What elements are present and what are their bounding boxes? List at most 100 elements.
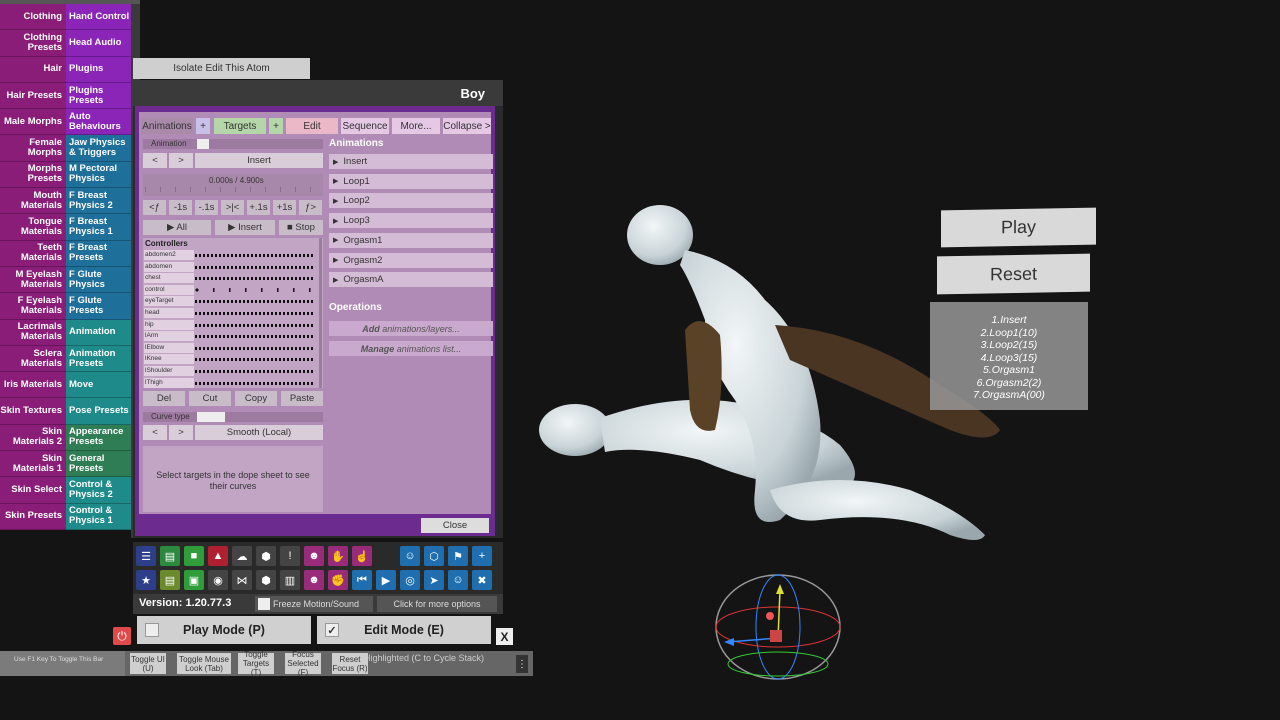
dope-row[interactable]: abdomen	[143, 261, 319, 273]
paste-button[interactable]: Paste	[281, 391, 323, 406]
add-icon[interactable]: +	[472, 546, 492, 566]
category-button-right[interactable]: Move	[66, 372, 131, 399]
category-button-left[interactable]: Clothing Presets	[0, 30, 66, 57]
world-play-button[interactable]: Play	[941, 207, 1096, 248]
keyframe-track[interactable]	[195, 381, 315, 385]
camera-icon[interactable]: ◉	[208, 570, 228, 590]
keyframe-track[interactable]	[195, 323, 315, 327]
category-button-left[interactable]: Female Morphs	[0, 135, 66, 162]
skip-back-icon[interactable]: ⏮	[352, 570, 372, 590]
close-ui-button[interactable]: X	[496, 628, 513, 645]
operation-link[interactable]: Add animations/layers...	[329, 321, 493, 336]
bottom-bar-button[interactable]: Toggle Targets (T)	[238, 650, 274, 677]
category-button-right[interactable]: Hand Control	[66, 4, 131, 31]
freeze-motion-toggle[interactable]: Freeze Motion/Sound	[255, 596, 373, 612]
curve-type-select[interactable]: Smooth (Local)	[195, 425, 323, 440]
keyframe-track[interactable]	[195, 287, 315, 292]
animation-list-item[interactable]: ▶ Loop1	[329, 173, 493, 189]
animation-list-item[interactable]: ▶ Orgasm2	[329, 252, 493, 268]
step-button[interactable]: -.1s	[195, 200, 218, 215]
dope-row[interactable]: lElbow	[143, 342, 319, 354]
animation-list-item[interactable]: ▶ Orgasm1	[329, 232, 493, 248]
package-icon[interactable]: ⬢	[256, 546, 276, 566]
unity-icon[interactable]: ⬡	[424, 546, 444, 566]
transform-gizmo[interactable]	[710, 572, 850, 680]
animation-select[interactable]: Insert	[195, 153, 323, 168]
step-button[interactable]: -1s	[169, 200, 192, 215]
time-scrubber[interactable]: 0.000s / 4.900s	[143, 174, 323, 196]
prev-curve-button[interactable]: <	[143, 425, 167, 440]
tools-icon[interactable]: ✖	[472, 570, 492, 590]
keyframe-track[interactable]	[195, 300, 315, 304]
next-animation-button[interactable]: >	[169, 153, 193, 168]
people-icon[interactable]: ☺	[448, 570, 468, 590]
keyframe-track[interactable]	[195, 346, 315, 350]
dope-row[interactable]: abdomen2	[143, 250, 319, 261]
cut-button[interactable]: Cut	[189, 391, 231, 406]
category-button-left[interactable]: Skin Materials 2	[0, 424, 66, 452]
category-button-right[interactable]: F Breast Presets	[66, 240, 131, 267]
category-button-right[interactable]: Head Audio	[66, 30, 131, 57]
graph-icon[interactable]: ⋈	[232, 570, 252, 590]
category-button-right[interactable]: General Presets	[66, 451, 131, 478]
dope-row[interactable]: lShoulder	[143, 366, 319, 377]
category-button-right[interactable]: Animation	[66, 319, 131, 346]
category-button-right[interactable]: Auto Behaviours	[66, 109, 131, 136]
dope-row[interactable]: lKnee	[143, 354, 319, 365]
power-icon[interactable]: ⏻	[113, 627, 131, 645]
isolate-edit-button[interactable]: Isolate Edit This Atom	[133, 58, 310, 79]
person-icon[interactable]: ☺	[400, 546, 420, 566]
bottom-bar-button[interactable]: Focus Selected (F)	[285, 650, 321, 677]
dope-row[interactable]: chest	[143, 273, 319, 284]
category-button-right[interactable]: Control & Physics 1	[66, 503, 131, 530]
hand-pose-icon[interactable]: ✊	[328, 570, 348, 590]
cloud-icon[interactable]: ☁	[232, 546, 252, 566]
copy-button[interactable]: Copy	[235, 391, 277, 406]
bottom-bar-button[interactable]: Toggle UI (U)	[130, 653, 166, 674]
category-button-right[interactable]: F Breast Physics 2	[66, 188, 131, 215]
category-button-left[interactable]: Hair Presets	[0, 82, 66, 110]
category-button-right[interactable]: Plugins	[66, 56, 131, 83]
dope-row[interactable]: lArm	[143, 331, 319, 342]
category-button-left[interactable]: Teeth Materials	[0, 240, 66, 267]
category-button-left[interactable]: Iris Materials	[0, 372, 66, 399]
document-icon[interactable]: ▥	[280, 570, 300, 590]
category-button-right[interactable]: M Pectoral Physics	[66, 161, 131, 189]
category-button-left[interactable]: M Eyelash Materials	[0, 266, 66, 294]
keyframe-track[interactable]	[195, 265, 315, 269]
gizmo-arrow-y[interactable]	[776, 584, 784, 594]
dope-row[interactable]: hip	[143, 319, 319, 331]
keyframe-track[interactable]	[195, 254, 315, 257]
open-folder-icon[interactable]: ■	[184, 546, 204, 566]
keyframe-track[interactable]	[195, 370, 315, 373]
prev-animation-button[interactable]: <	[143, 153, 167, 168]
category-button-right[interactable]: F Glute Physics	[66, 266, 131, 294]
more-options-button[interactable]: Click for more options	[377, 596, 497, 612]
tab-sequence[interactable]: Sequence	[341, 118, 389, 134]
animation-slider-handle[interactable]	[197, 139, 209, 149]
freeze-checkbox[interactable]	[258, 598, 270, 610]
target-icon[interactable]: ◎	[400, 570, 420, 590]
category-button-right[interactable]: Pose Presets	[66, 398, 131, 425]
category-button-right[interactable]: Plugins Presets	[66, 82, 131, 110]
dope-row[interactable]: head	[143, 308, 319, 319]
pointer-icon[interactable]: ➤	[424, 570, 444, 590]
close-button[interactable]: Close	[421, 518, 489, 533]
flag-icon[interactable]: ⚑	[448, 546, 468, 566]
alert-icon[interactable]: !	[280, 546, 300, 566]
packages-icon[interactable]: ⬢	[256, 570, 276, 590]
keyframe-track[interactable]	[195, 358, 315, 362]
category-button-right[interactable]: Control & Physics 2	[66, 477, 131, 504]
category-button-left[interactable]: Sclera Materials	[0, 345, 66, 373]
animation-list-item[interactable]: ▶ Insert	[329, 154, 493, 169]
hand-point-icon[interactable]: ☝	[352, 546, 372, 566]
gizmo-center[interactable]	[770, 630, 782, 642]
category-button-right[interactable]: F Glute Presets	[66, 293, 131, 320]
keyframe-track[interactable]	[195, 277, 315, 281]
category-button-left[interactable]: Mouth Materials	[0, 188, 66, 215]
animation-list-item[interactable]: ▶ OrgasmA	[329, 272, 493, 288]
play-all-button[interactable]: ▶ All	[143, 220, 211, 235]
star-icon[interactable]: ★	[136, 570, 156, 590]
tab-animations[interactable]: Animations	[141, 118, 193, 134]
person-settings-icon[interactable]: ☻	[304, 546, 324, 566]
